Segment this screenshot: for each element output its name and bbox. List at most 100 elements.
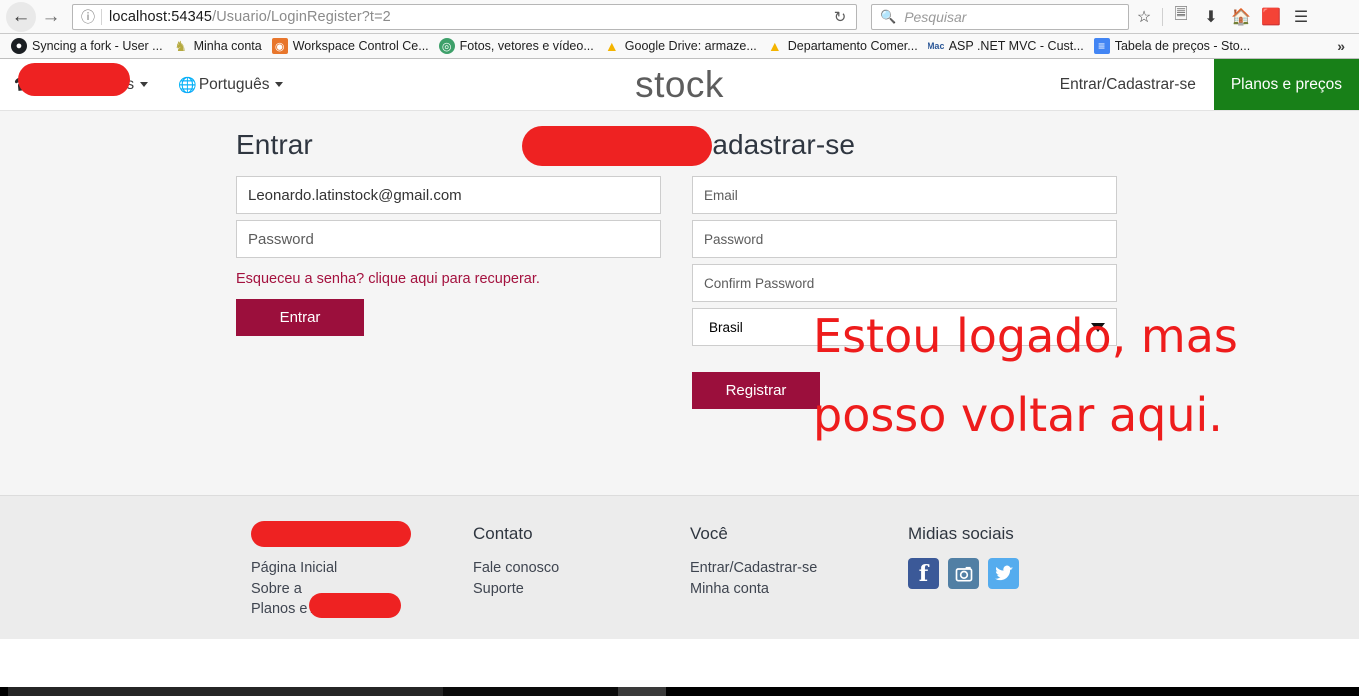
chevron-down-icon bbox=[275, 82, 284, 87]
toolbar-separator bbox=[1162, 7, 1163, 26]
bookmark-item[interactable]: ♞ Minha conta bbox=[168, 36, 267, 57]
home-icon[interactable]: 🏠 bbox=[1226, 3, 1256, 31]
main-content: Entrar Leonardo.latinstock@gmail.com Pas… bbox=[0, 111, 1359, 496]
footer-column-contato: Contato Fale conosco Suporte bbox=[473, 524, 690, 620]
google-drive-icon-2: ▲ bbox=[767, 38, 782, 54]
globe-icon: 🌐 bbox=[178, 76, 197, 94]
url-text: localhost:54345/Usuario/LoginRegister?t=… bbox=[109, 9, 391, 25]
bookmark-item[interactable]: Mac ASP .NET MVC - Cust... bbox=[923, 36, 1089, 57]
redaction-mark-footer-heading bbox=[251, 521, 411, 547]
login-submit-button[interactable]: Entrar bbox=[236, 299, 364, 336]
country-select[interactable]: Brasil bbox=[692, 308, 1117, 346]
footer-link-pagina-inicial[interactable]: Página Inicial bbox=[251, 558, 473, 579]
bookmark-label: Syncing a fork - User ... bbox=[32, 39, 163, 53]
favicon-fotos: ◎ bbox=[438, 38, 455, 54]
instagram-icon[interactable] bbox=[948, 558, 979, 589]
plans-prices-button[interactable]: Planos e preços bbox=[1213, 59, 1359, 110]
favicon-workspace: ◉ bbox=[271, 38, 288, 54]
bookmark-label: Fotos, vetores e vídeo... bbox=[459, 39, 594, 53]
bookmark-item[interactable]: ◉ Workspace Control Ce... bbox=[267, 36, 434, 57]
google-drive-icon: ▲ bbox=[604, 38, 619, 54]
forward-arrow-icon[interactable]: → bbox=[36, 2, 66, 32]
taskbar-segment bbox=[443, 687, 618, 696]
favicon-aspnet: Mac bbox=[927, 41, 944, 51]
bookmark-star-icon[interactable]: ☆ bbox=[1129, 3, 1159, 31]
url-separator bbox=[101, 8, 102, 25]
footer-link-suporte[interactable]: Suporte bbox=[473, 579, 690, 600]
redaction-mark-brand bbox=[18, 63, 130, 96]
url-path: /Usuario/LoginRegister?t=2 bbox=[212, 8, 391, 25]
login-email-input[interactable]: Leonardo.latinstock@gmail.com bbox=[236, 176, 661, 214]
menu-hamburger-icon[interactable]: ☰ bbox=[1286, 3, 1316, 31]
redaction-mark-footer-sobre bbox=[309, 593, 401, 618]
login-password-input[interactable]: Password bbox=[236, 220, 661, 258]
os-taskbar-sliver bbox=[0, 687, 1359, 696]
browser-navigation-toolbar: ← → ⓘ localhost:54345/Usuario/LoginRegis… bbox=[0, 0, 1359, 34]
taskbar-segment bbox=[8, 687, 443, 696]
site-navbar: ☎ Imagens 🌐 Português stock Entrar/Cadas… bbox=[0, 59, 1359, 166]
downloads-icon[interactable]: ⬇ bbox=[1196, 3, 1226, 31]
footer-link-fale-conosco[interactable]: Fale conosco bbox=[473, 558, 690, 579]
bookmark-item[interactable]: ● Syncing a fork - User ... bbox=[6, 36, 168, 57]
library-icon[interactable]: 🗏 bbox=[1166, 3, 1196, 31]
bookmark-label: Workspace Control Ce... bbox=[292, 39, 429, 53]
bookmark-item[interactable]: ≡ Tabela de preços - Sto... bbox=[1089, 36, 1256, 57]
chevron-down-icon bbox=[140, 82, 149, 87]
facebook-icon[interactable]: f bbox=[908, 558, 939, 589]
taskbar-segment bbox=[618, 687, 666, 696]
google-docs-icon: ≡ bbox=[1093, 38, 1110, 54]
nav-item-language[interactable]: 🌐 Português bbox=[163, 59, 298, 110]
footer-column-brand: Página Inicial Sobre a Planos e Assinatu… bbox=[251, 521, 473, 620]
country-select-value: Brasil bbox=[709, 319, 743, 335]
instagram-glyph bbox=[955, 566, 972, 581]
register-confirm-password-input[interactable]: Confirm Password bbox=[692, 264, 1117, 302]
url-bar[interactable]: ⓘ localhost:54345/Usuario/LoginRegister?… bbox=[72, 3, 857, 30]
navbar-right: Entrar/Cadastrar-se Planos e preços bbox=[1042, 59, 1359, 110]
search-icon: 🔍 bbox=[880, 8, 897, 24]
forgot-password-link[interactable]: Esqueceu a senha? clique aqui para recup… bbox=[236, 271, 540, 287]
footer-link-entrar-cadastrar[interactable]: Entrar/Cadastrar-se bbox=[690, 558, 908, 579]
footer-link-minha-conta[interactable]: Minha conta bbox=[690, 579, 908, 600]
footer-heading-social: Midias sociais bbox=[908, 524, 1014, 543]
search-bar[interactable]: 🔍 Pesquisar bbox=[871, 3, 1129, 30]
site-footer: Página Inicial Sobre a Planos e Assinatu… bbox=[0, 496, 1359, 639]
bookmark-label: Minha conta bbox=[193, 39, 262, 53]
info-circle-icon[interactable]: ⓘ bbox=[77, 8, 99, 26]
search-input[interactable]: Pesquisar bbox=[904, 9, 966, 25]
nav-item-label: Português bbox=[198, 75, 270, 93]
back-arrow-icon[interactable]: ← bbox=[6, 1, 36, 32]
signin-register-link[interactable]: Entrar/Cadastrar-se bbox=[1042, 59, 1214, 110]
bookmarks-toolbar: ● Syncing a fork - User ... ♞ Minha cont… bbox=[0, 34, 1359, 59]
footer-heading-voce: Você bbox=[690, 524, 728, 543]
footer-column-social: Midias sociais f bbox=[908, 524, 1019, 620]
web-page: ☎ Imagens 🌐 Português stock Entrar/Cadas… bbox=[0, 59, 1359, 696]
twitter-icon[interactable] bbox=[988, 558, 1019, 589]
brand-area[interactable]: ☎ bbox=[0, 59, 130, 110]
bookmark-item[interactable]: ◎ Fotos, vetores e vídeo... bbox=[434, 36, 599, 57]
site-logo-text: stock bbox=[635, 63, 724, 105]
favicon-minha-conta: ♞ bbox=[174, 38, 187, 54]
github-icon: ● bbox=[11, 38, 27, 54]
register-email-input[interactable]: Email bbox=[692, 176, 1117, 214]
login-form: Entrar Leonardo.latinstock@gmail.com Pas… bbox=[236, 129, 661, 409]
taskbar-segment bbox=[0, 687, 8, 696]
social-icons-row: f bbox=[908, 558, 1019, 589]
bookmark-item[interactable]: ▲ Google Drive: armaze... bbox=[599, 36, 762, 57]
twitter-bird-glyph bbox=[994, 565, 1013, 580]
browser-chrome: ← → ⓘ localhost:54345/Usuario/LoginRegis… bbox=[0, 0, 1359, 59]
bookmark-label: ASP .NET MVC - Cust... bbox=[948, 39, 1084, 53]
bookmark-item[interactable]: ▲ Departamento Comer... bbox=[762, 36, 923, 57]
chevron-double-right-icon[interactable]: » bbox=[1329, 38, 1353, 54]
taskbar-segment bbox=[666, 687, 1359, 696]
url-host: localhost:54345 bbox=[109, 8, 213, 25]
bookmark-label: Tabela de preços - Sto... bbox=[1114, 39, 1251, 53]
footer-columns: Página Inicial Sobre a Planos e Assinatu… bbox=[0, 521, 1359, 620]
register-title: Cadastrar-se bbox=[692, 129, 856, 160]
register-submit-button[interactable]: Registrar bbox=[692, 372, 820, 409]
footer-heading-contato: Contato bbox=[473, 524, 533, 543]
redaction-mark-logo bbox=[522, 126, 712, 166]
register-password-input[interactable]: Password bbox=[692, 220, 1117, 258]
reload-icon[interactable]: ↻ bbox=[828, 6, 852, 28]
chevron-down-icon bbox=[1091, 322, 1105, 332]
pocket-icon[interactable]: 🟥 bbox=[1256, 3, 1286, 31]
